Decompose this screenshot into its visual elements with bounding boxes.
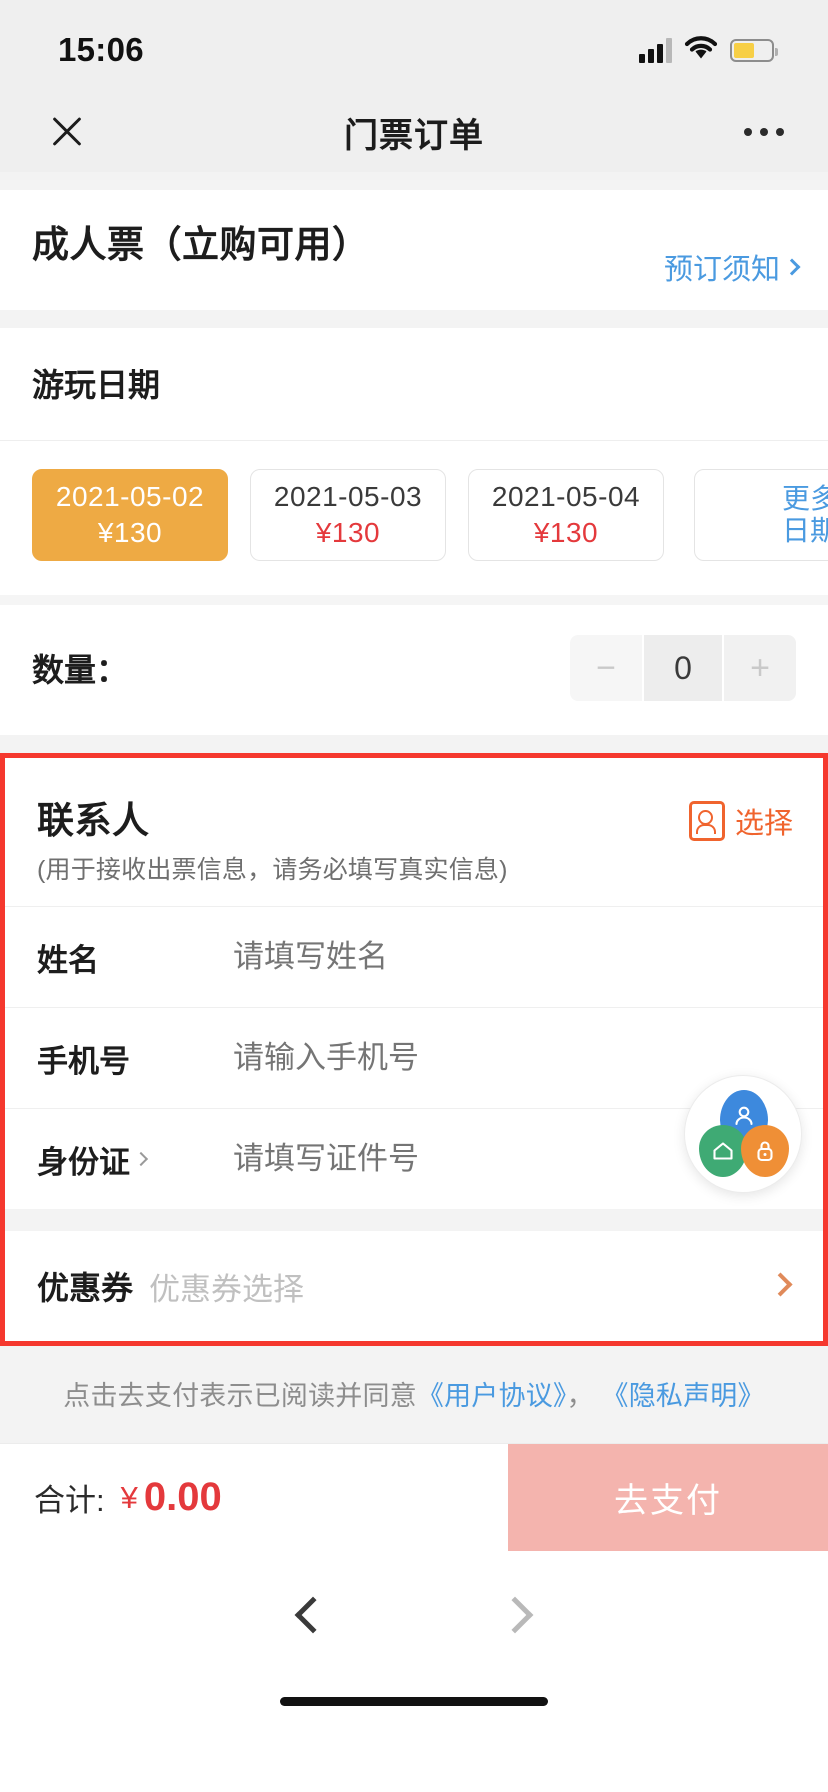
coupon-label: 优惠券 xyxy=(37,1270,134,1306)
coupon-placeholder: 优惠券选择 xyxy=(149,1271,305,1307)
contact-card-icon xyxy=(688,801,725,841)
date-chip-price: ¥130 xyxy=(97,517,163,548)
contact-highlight-box: 联系人 (用于接收出票信息，请务必填写真实信息) 选择 姓名 手机号 身份证 优… xyxy=(0,753,828,1346)
quantity-decrease-button[interactable]: − xyxy=(570,635,642,701)
contact-field-phone-label: 手机号 xyxy=(37,1043,130,1079)
section-divider xyxy=(0,595,828,605)
status-bar: 15:06 xyxy=(0,0,828,92)
chevron-right-icon xyxy=(768,1272,793,1297)
quantity-increase-button[interactable]: + xyxy=(724,635,796,701)
idcard-type-label: 身份证 xyxy=(37,1144,130,1180)
total-value: 0.00 xyxy=(143,1475,222,1519)
agreement-text: 点击去支付表示已阅读并同意《用户协议》， 《隐私声明》 xyxy=(0,1346,828,1443)
section-divider xyxy=(0,735,828,753)
booking-notice-link[interactable]: 预订须知 xyxy=(663,246,801,288)
date-chip-date: 2021-05-02 xyxy=(55,481,205,512)
contact-header: 联系人 (用于接收出票信息，请务必填写真实信息) 选择 xyxy=(5,758,823,906)
home-icon[interactable] xyxy=(699,1125,747,1177)
chevron-right-icon xyxy=(133,1151,149,1167)
quantity-section: 数量： − 0 + xyxy=(0,605,828,735)
total-currency: ¥ xyxy=(120,1479,138,1515)
quantity-stepper[interactable]: − 0 + xyxy=(570,635,796,701)
contact-title: 联系人 xyxy=(37,800,150,841)
privacy-statement-link[interactable]: 《隐私声明》 xyxy=(602,1381,765,1411)
date-chip-price: ¥130 xyxy=(533,517,599,548)
date-chip-date: 2021-05-04 xyxy=(491,481,641,512)
agreement-separator: ， xyxy=(566,1381,594,1411)
pay-button[interactable]: 去支付 xyxy=(508,1444,828,1551)
battery-low-power-icon xyxy=(730,38,778,62)
user-agreement-link[interactable]: 《用户协议》 xyxy=(417,1381,567,1411)
quantity-label: 数量： xyxy=(32,652,129,688)
date-chip[interactable]: 2021-05-03 ¥130 xyxy=(250,469,446,561)
home-indicator-area xyxy=(0,1679,828,1753)
browser-navigation-bar xyxy=(0,1551,828,1679)
date-chip[interactable]: 2021-05-02 ¥130 xyxy=(32,469,228,561)
more-options-icon[interactable] xyxy=(744,128,784,136)
home-indicator[interactable] xyxy=(280,1697,548,1706)
chevron-left-icon[interactable] xyxy=(294,1596,332,1634)
checkout-bar: 合计: ¥ 0.00 去支付 xyxy=(0,1443,828,1551)
lock-icon[interactable] xyxy=(741,1125,789,1177)
status-bar-time: 15:06 xyxy=(58,31,144,68)
more-dates-button[interactable]: 更多 日期 xyxy=(694,469,828,561)
page-title: 门票订单 xyxy=(344,116,484,155)
phone-input[interactable] xyxy=(233,1040,791,1076)
date-chip-price: ¥130 xyxy=(315,517,381,548)
product-header: 成人票（立购可用） 预订须知 xyxy=(0,190,828,310)
contact-field-name[interactable]: 姓名 xyxy=(5,906,823,1007)
cellular-bars-icon xyxy=(639,37,672,63)
more-dates-label: 更多 日期 xyxy=(781,482,828,546)
date-chip-list[interactable]: 2021-05-02 ¥130 2021-05-03 ¥130 2021-05-… xyxy=(0,441,828,595)
navigation-bar: 门票订单 xyxy=(0,92,828,172)
wifi-icon xyxy=(684,35,718,66)
section-divider xyxy=(5,1209,823,1231)
booking-notice-label: 预订须知 xyxy=(663,254,780,286)
date-chip-date: 2021-05-03 xyxy=(273,481,423,512)
play-date-section: 游玩日期 2021-05-02 ¥130 2021-05-03 ¥130 202… xyxy=(0,328,828,595)
chevron-right-icon xyxy=(783,258,801,276)
play-date-header: 游玩日期 xyxy=(0,328,828,441)
select-contact-button[interactable]: 选择 xyxy=(688,800,793,842)
quantity-value[interactable]: 0 xyxy=(644,635,722,701)
section-divider xyxy=(0,172,828,190)
date-chip[interactable]: 2021-05-04 ¥130 xyxy=(468,469,664,561)
section-divider xyxy=(0,310,828,328)
chevron-right-icon[interactable] xyxy=(496,1596,534,1634)
agreement-prefix: 点击去支付表示已阅读并同意 xyxy=(63,1381,417,1411)
select-contact-label: 选择 xyxy=(734,808,793,840)
coupon-row[interactable]: 优惠券 优惠券选择 xyxy=(5,1231,823,1341)
name-input[interactable] xyxy=(233,939,791,975)
contact-subtitle: (用于接收出票信息，请务必填写真实信息) xyxy=(37,856,508,884)
total-label: 合计: xyxy=(34,1483,105,1518)
floating-assistant-button[interactable] xyxy=(684,1075,802,1193)
contact-field-idcard-label[interactable]: 身份证 xyxy=(37,1137,197,1182)
status-bar-indicators xyxy=(639,35,778,66)
contact-field-name-label: 姓名 xyxy=(37,942,99,978)
total-price: 合计: ¥ 0.00 xyxy=(0,1444,508,1551)
